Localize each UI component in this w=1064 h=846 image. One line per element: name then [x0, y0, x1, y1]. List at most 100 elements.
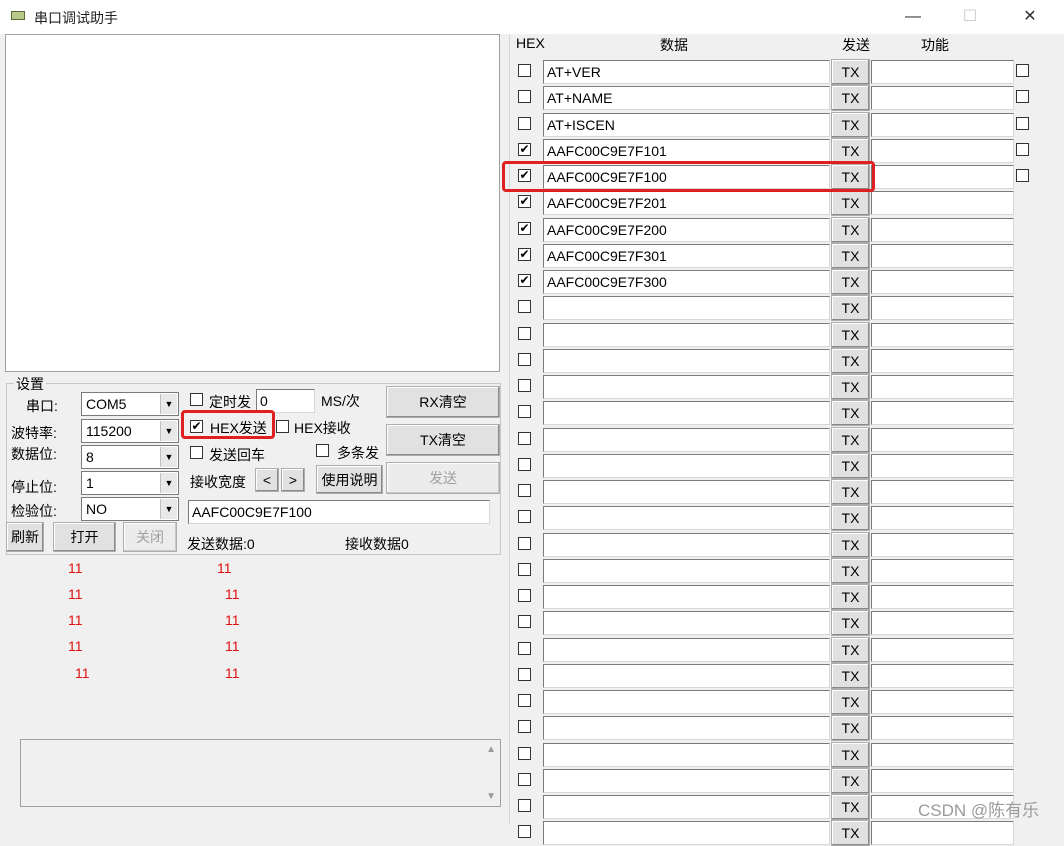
row-tx-button[interactable]: TX: [831, 558, 870, 584]
row-func-checkbox[interactable]: [1016, 90, 1029, 103]
row-data-input[interactable]: AAFC00C9E7F100: [543, 165, 830, 189]
hex-recv-checkbox[interactable]: [276, 420, 289, 433]
row-hex-checkbox[interactable]: ✔: [518, 195, 531, 208]
multi-send-checkbox[interactable]: [316, 444, 329, 457]
row-hex-checkbox[interactable]: ✔: [518, 143, 531, 156]
timed-interval-input[interactable]: 0: [256, 389, 315, 413]
row-tx-button[interactable]: TX: [831, 400, 870, 426]
row-tx-button[interactable]: TX: [831, 794, 870, 820]
row-hex-checkbox[interactable]: [518, 563, 531, 576]
row-data-input[interactable]: [543, 743, 830, 767]
row-func-input[interactable]: [871, 454, 1014, 478]
row-hex-checkbox[interactable]: [518, 720, 531, 733]
row-hex-checkbox[interactable]: [518, 642, 531, 655]
row-func-input[interactable]: [871, 218, 1014, 242]
row-data-input[interactable]: [543, 349, 830, 373]
width-increase-button[interactable]: >: [281, 468, 305, 492]
row-func-input[interactable]: [871, 743, 1014, 767]
send-newline-checkbox[interactable]: [190, 446, 203, 459]
row-func-input[interactable]: [871, 611, 1014, 635]
row-func-input[interactable]: [871, 821, 1014, 845]
row-data-input[interactable]: [543, 454, 830, 478]
row-tx-button[interactable]: TX: [831, 505, 870, 531]
row-func-input[interactable]: [871, 585, 1014, 609]
row-hex-checkbox[interactable]: [518, 484, 531, 497]
stopbits-select[interactable]: 1 ▼: [81, 471, 179, 495]
row-func-input[interactable]: [871, 769, 1014, 793]
row-hex-checkbox[interactable]: ✔: [518, 274, 531, 287]
row-tx-button[interactable]: TX: [831, 112, 870, 138]
row-data-input[interactable]: [543, 533, 830, 557]
row-data-input[interactable]: AT+NAME: [543, 86, 830, 110]
timed-send-checkbox[interactable]: [190, 393, 203, 406]
receive-textarea[interactable]: [5, 34, 500, 372]
row-data-input[interactable]: [543, 323, 830, 347]
dropdown-arrow-icon[interactable]: ▼: [160, 447, 177, 467]
row-hex-checkbox[interactable]: [518, 615, 531, 628]
row-data-input[interactable]: [543, 375, 830, 399]
row-tx-button[interactable]: TX: [831, 85, 870, 111]
maximize-icon[interactable]: ☐: [955, 6, 985, 28]
row-func-input[interactable]: [871, 270, 1014, 294]
row-data-input[interactable]: [543, 690, 830, 714]
databits-select[interactable]: 8 ▼: [81, 445, 179, 469]
row-func-checkbox[interactable]: [1016, 64, 1029, 77]
row-hex-checkbox[interactable]: ✔: [518, 248, 531, 261]
row-tx-button[interactable]: TX: [831, 269, 870, 295]
row-tx-button[interactable]: TX: [831, 689, 870, 715]
row-data-input[interactable]: [543, 664, 830, 688]
row-func-input[interactable]: [871, 139, 1014, 163]
row-data-input[interactable]: [543, 296, 830, 320]
row-func-input[interactable]: [871, 480, 1014, 504]
row-data-input[interactable]: [543, 401, 830, 425]
row-hex-checkbox[interactable]: [518, 379, 531, 392]
row-tx-button[interactable]: TX: [831, 532, 870, 558]
dropdown-arrow-icon[interactable]: ▼: [160, 421, 177, 441]
row-hex-checkbox[interactable]: [518, 405, 531, 418]
row-hex-checkbox[interactable]: [518, 353, 531, 366]
minimize-icon[interactable]: —: [898, 6, 928, 28]
row-tx-button[interactable]: TX: [831, 663, 870, 689]
row-func-input[interactable]: [871, 165, 1014, 189]
row-tx-button[interactable]: TX: [831, 138, 870, 164]
row-hex-checkbox[interactable]: [518, 327, 531, 340]
row-hex-checkbox[interactable]: ✔: [518, 169, 531, 182]
rx-clear-button[interactable]: RX清空: [386, 386, 500, 418]
row-func-input[interactable]: [871, 60, 1014, 84]
row-tx-button[interactable]: TX: [831, 190, 870, 216]
row-func-input[interactable]: [871, 375, 1014, 399]
dropdown-arrow-icon[interactable]: ▼: [160, 499, 177, 519]
row-hex-checkbox[interactable]: [518, 773, 531, 786]
row-func-checkbox[interactable]: [1016, 117, 1029, 130]
close-port-button[interactable]: 关闭: [123, 522, 177, 552]
row-hex-checkbox[interactable]: [518, 694, 531, 707]
row-func-input[interactable]: [871, 323, 1014, 347]
row-tx-button[interactable]: TX: [831, 427, 870, 453]
row-data-input[interactable]: AAFC00C9E7F201: [543, 191, 830, 215]
dropdown-arrow-icon[interactable]: ▼: [160, 473, 177, 493]
row-func-input[interactable]: [871, 428, 1014, 452]
row-tx-button[interactable]: TX: [831, 322, 870, 348]
row-func-input[interactable]: [871, 664, 1014, 688]
row-hex-checkbox[interactable]: [518, 90, 531, 103]
row-func-input[interactable]: [871, 559, 1014, 583]
row-func-input[interactable]: [871, 533, 1014, 557]
row-tx-button[interactable]: TX: [831, 348, 870, 374]
row-func-input[interactable]: [871, 296, 1014, 320]
row-func-input[interactable]: [871, 690, 1014, 714]
row-data-input[interactable]: [543, 480, 830, 504]
row-data-input[interactable]: [543, 638, 830, 662]
dropdown-arrow-icon[interactable]: ▼: [160, 394, 177, 414]
send-input[interactable]: AAFC00C9E7F100: [188, 500, 490, 524]
row-tx-button[interactable]: TX: [831, 374, 870, 400]
row-tx-button[interactable]: TX: [831, 217, 870, 243]
row-tx-button[interactable]: TX: [831, 243, 870, 269]
row-hex-checkbox[interactable]: [518, 300, 531, 313]
row-tx-button[interactable]: TX: [831, 584, 870, 610]
parity-select[interactable]: NO ▼: [81, 497, 179, 521]
refresh-button[interactable]: 刷新: [6, 522, 44, 552]
row-hex-checkbox[interactable]: [518, 117, 531, 130]
row-hex-checkbox[interactable]: [518, 432, 531, 445]
scroll-down-icon[interactable]: ▼: [486, 791, 496, 802]
row-hex-checkbox[interactable]: [518, 458, 531, 471]
